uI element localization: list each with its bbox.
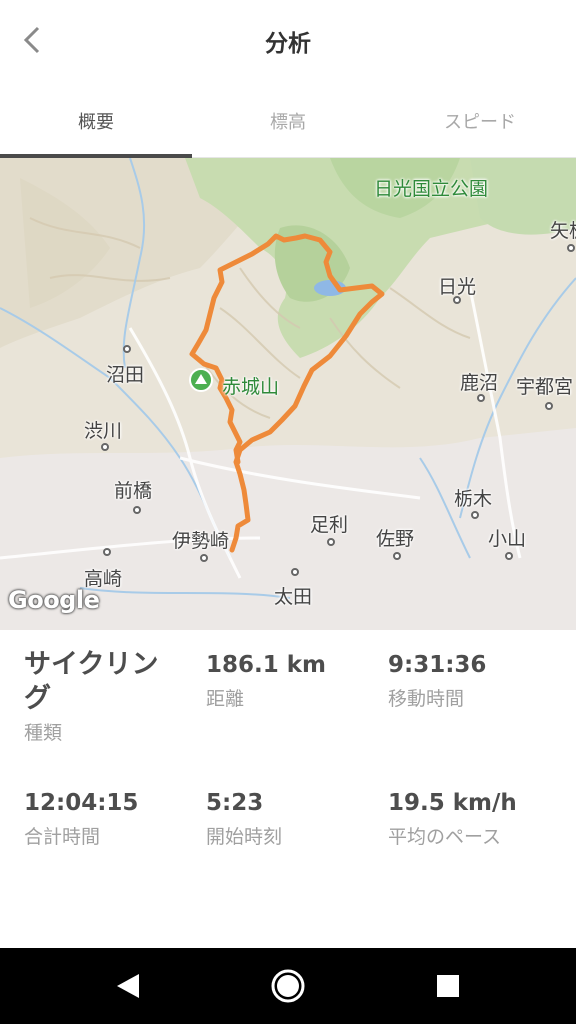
stat-moving-time-value: 9:31:36: [388, 652, 487, 678]
tab-bar: 概要 標高 スピード: [0, 80, 576, 158]
stat-avg-pace-label: 平均のペース: [388, 826, 502, 848]
map-dot-isesaki: [200, 554, 208, 562]
square-recents-icon: [437, 975, 459, 997]
stat-avg-pace-value: 19.5 km/h: [388, 790, 517, 816]
map-dot-ota: [291, 568, 299, 576]
map-label-shibukawa: 渋川: [84, 420, 123, 442]
nav-back-button[interactable]: [108, 966, 148, 1006]
map-label-ashikaga: 足利: [310, 514, 349, 536]
tab-elevation[interactable]: 標高: [192, 80, 384, 157]
stat-total-time: 12:04:15 合計時間: [24, 786, 194, 849]
map-label-maebashi: 前橋: [114, 480, 153, 502]
map-dot-oyama: [505, 552, 513, 560]
stat-start-time-label: 開始時刻: [206, 826, 283, 848]
app-header: 分析: [0, 0, 576, 80]
map-dot-tochigi: [471, 511, 479, 519]
tab-speed[interactable]: スピード: [384, 80, 576, 157]
circle-home-icon: [271, 969, 305, 1003]
stat-type: サイクリング 種類: [24, 648, 184, 745]
map-dot-ashikaga: [327, 538, 335, 546]
map-label-akagi: 赤城山: [222, 376, 280, 398]
map-dot-sano: [393, 552, 401, 560]
page-title: 分析: [265, 31, 311, 57]
google-attribution: Google: [8, 586, 100, 614]
stat-start-time-value: 5:23: [206, 790, 264, 816]
map-label-nikko: 日光: [438, 276, 477, 298]
map-dot-utsunomiya: [545, 402, 553, 410]
tab-overview[interactable]: 概要: [0, 80, 192, 158]
map-dot-yaita: [567, 244, 575, 252]
system-nav-bar: [0, 948, 576, 1024]
nav-recents-button[interactable]: [428, 966, 468, 1006]
map-dot-shibukawa: [101, 443, 109, 451]
nav-home-button[interactable]: [268, 966, 308, 1006]
map-label-utsunomiya: 宇都宮: [516, 376, 574, 398]
map-dot-maebashi: [133, 506, 141, 514]
stat-distance: 186.1 km 距離: [206, 648, 376, 711]
map-dot-numata: [123, 345, 131, 353]
map-dot-kanuma: [477, 394, 485, 402]
map-label-sano: 佐野: [376, 528, 415, 550]
map-label-isesaki: 伊勢崎: [172, 530, 230, 552]
stat-distance-label: 距離: [206, 688, 245, 710]
map-label-ota: 太田: [274, 586, 313, 608]
stat-total-time-value: 12:04:15: [24, 790, 139, 816]
map-label-yaita: 矢板: [550, 220, 576, 242]
route-map[interactable]: 日光国立公園 矢板 日光 沼田 赤城山 鹿沼 宇都宮 渋川 前橋 栃木 足利 伊…: [0, 158, 576, 630]
stat-moving-time: 9:31:36 移動時間: [388, 648, 568, 711]
map-label-kanuma: 鹿沼: [460, 372, 499, 394]
stat-avg-pace: 19.5 km/h 平均のペース: [388, 786, 568, 849]
map-label-oyama: 小山: [488, 528, 527, 550]
map-label-nikko-park: 日光国立公園: [374, 178, 489, 200]
map-label-tochigi: 栃木: [454, 488, 493, 510]
stat-type-label: 種類: [24, 722, 63, 744]
map-dot-nikko: [453, 296, 461, 304]
activity-stats: サイクリング 種類 186.1 km 距離 9:31:36 移動時間 12:04…: [0, 630, 576, 948]
map-label-numata: 沼田: [106, 364, 145, 386]
triangle-back-icon: [117, 974, 139, 998]
stat-distance-value: 186.1 km: [206, 652, 327, 678]
stat-start-time: 5:23 開始時刻: [206, 786, 376, 849]
stat-moving-time-label: 移動時間: [388, 688, 465, 710]
map-dot-takasaki: [103, 548, 111, 556]
mountain-peak-icon: [189, 368, 213, 392]
stat-type-value: サイクリング: [24, 649, 159, 714]
stat-total-time-label: 合計時間: [24, 826, 101, 848]
